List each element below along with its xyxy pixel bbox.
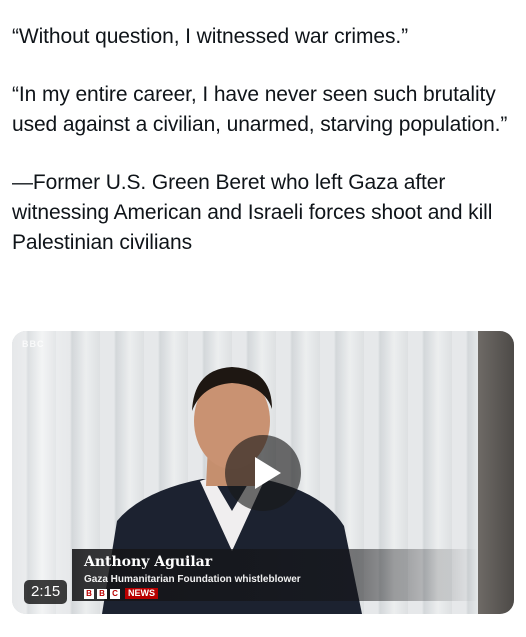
video-player[interactable]: BBC Anthony Aguilar Gaza Humanitarian Fo…: [12, 331, 514, 614]
background-wall: [478, 331, 514, 614]
speaker-name: Anthony Aguilar: [84, 554, 213, 570]
bbc-watermark: BBC: [22, 339, 45, 349]
post-text: “Without question, I witnessed war crime…: [12, 22, 518, 258]
attribution: —Former U.S. Green Beret who left Gaza a…: [12, 171, 493, 254]
logo-letter-b2: B: [97, 588, 107, 599]
logo-letter-b1: B: [84, 588, 94, 599]
video-duration-badge: 2:15: [24, 580, 68, 604]
quote-2: “In my entire career, I have never seen …: [12, 83, 508, 136]
lower-third-caption: Anthony Aguilar Gaza Humanitarian Founda…: [72, 549, 478, 601]
quote-1: “Without question, I witnessed war crime…: [12, 25, 409, 48]
play-button[interactable]: [225, 435, 301, 511]
logo-news-word: NEWS: [125, 588, 158, 599]
play-icon: [255, 457, 281, 489]
logo-letter-c: C: [110, 588, 120, 599]
bbc-news-logo: B B C NEWS: [84, 588, 158, 599]
speaker-role: Gaza Humanitarian Foundation whistleblow…: [84, 574, 301, 585]
